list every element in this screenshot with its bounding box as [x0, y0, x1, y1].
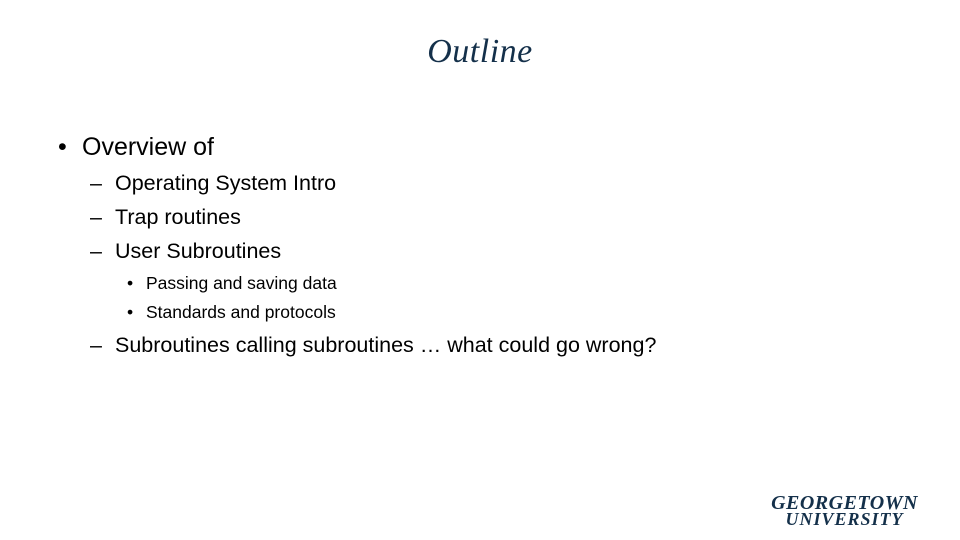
bullet-text: Operating System Intro — [115, 171, 337, 195]
bullet-text: User Subroutines — [115, 239, 282, 263]
dash-marker: – — [90, 239, 102, 263]
bullet-text: Standards and protocols — [146, 302, 336, 322]
bullet-level2: – Trap routines — [90, 205, 241, 230]
dash-marker: – — [90, 205, 102, 229]
slide-title: Outline — [427, 33, 533, 70]
georgetown-logo: GEORGETOWN UNIVERSITY — [752, 493, 937, 528]
bullet-text: Passing and saving data — [146, 273, 337, 293]
bullet-level2: – User Subroutines — [90, 239, 281, 264]
dash-marker: – — [90, 171, 102, 195]
bullet-text: Overview of — [82, 133, 214, 161]
bullet-level3: • Standards and protocols — [127, 302, 336, 323]
bullet-marker: • — [58, 133, 67, 161]
bullet-text: Trap routines — [115, 205, 241, 229]
dash-marker: – — [90, 333, 102, 357]
bullet-marker: • — [127, 273, 134, 293]
bullet-level2: – Operating System Intro — [90, 171, 336, 196]
bullet-level1: • Overview of — [58, 133, 214, 162]
bullet-level3: • Passing and saving data — [127, 273, 337, 294]
bullet-level2: – Subroutines calling subroutines … what … — [90, 333, 656, 358]
bullet-marker: • — [127, 302, 134, 322]
bullet-text: Subroutines calling subroutines … what c… — [115, 333, 657, 357]
